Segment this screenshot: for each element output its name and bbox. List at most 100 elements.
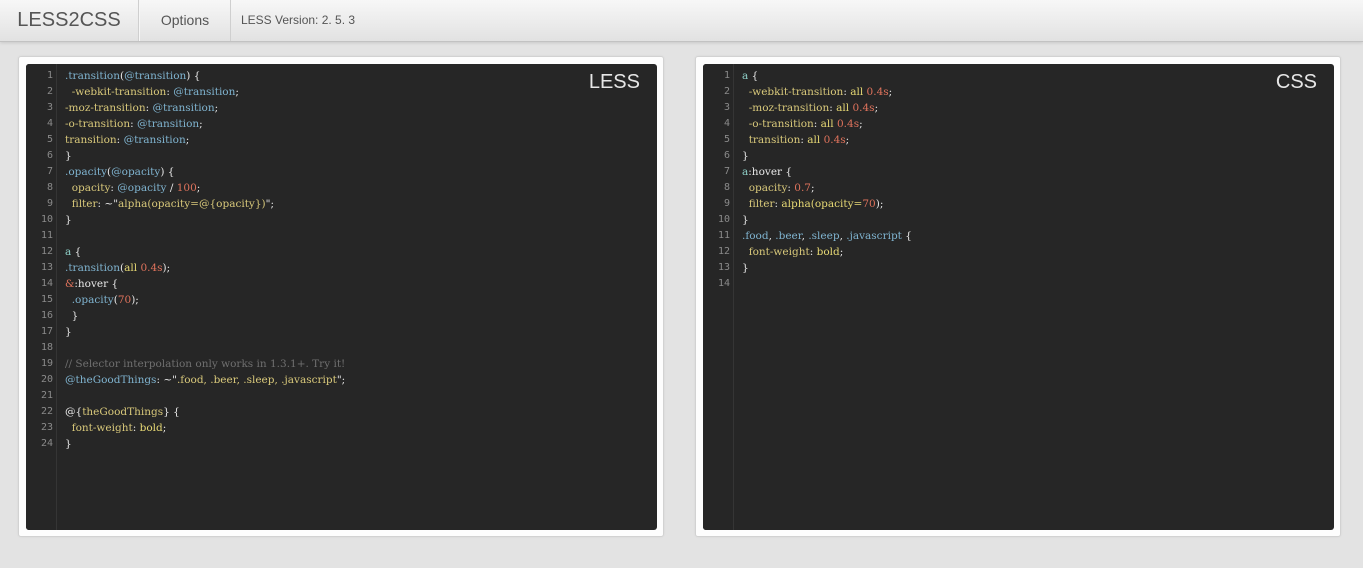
code-token: .food: [742, 230, 769, 242]
code-token: : ~": [97, 198, 119, 210]
code-line[interactable]: opacity: @opacity / 100;: [65, 180, 577, 196]
code-line[interactable]: }: [742, 260, 1254, 276]
code-line[interactable]: ​: [65, 388, 577, 404]
code-line[interactable]: ​: [65, 340, 577, 356]
line-number: 17: [40, 326, 53, 337]
code-token: alpha(opacity=@{opacity}): [118, 198, 266, 210]
code-token: all: [820, 118, 834, 130]
code-line[interactable]: -webkit-transition: all 0.4s;: [742, 84, 1254, 100]
code-token: theGoodThings: [82, 406, 164, 418]
less-code[interactable]: .transition(@transition) { -webkit-trans…: [65, 68, 577, 452]
code-token: all: [124, 262, 138, 274]
code-token: :: [130, 118, 137, 130]
code-token: 0.4s: [823, 134, 846, 146]
brand-logo[interactable]: LESS2CSS: [0, 0, 139, 41]
code-token: filter: [748, 198, 775, 210]
code-line[interactable]: @{theGoodThings} {: [65, 404, 577, 420]
line-number: 6: [46, 150, 53, 161]
line-number: 16: [40, 310, 53, 321]
line-number: 1: [46, 70, 53, 81]
code-token: 0.7: [794, 182, 811, 194]
css-badge: CSS: [1275, 71, 1317, 93]
css-editor[interactable]: 1 2 3 4 5 6 7 8 9 10 11 12 13 14 a { -webkit-transiti…: [703, 64, 1334, 530]
code-token: ;: [888, 86, 893, 98]
code-line[interactable]: }: [65, 436, 577, 452]
line-number: 7: [723, 166, 730, 177]
code-token: ;: [196, 182, 201, 194]
code-token: ;: [214, 102, 219, 114]
code-line[interactable]: .food, .beer, .sleep, .javascript {: [742, 228, 1254, 244]
code-token: .transition: [65, 262, 121, 274]
code-token: bold: [139, 422, 163, 434]
line-number: 23: [40, 422, 53, 433]
code-line[interactable]: ​: [65, 228, 577, 244]
line-number: 22: [40, 406, 53, 417]
code-token: :hover {: [748, 166, 793, 178]
code-line[interactable]: font-weight: bold;: [742, 244, 1254, 260]
code-token: alpha(opacity=: [781, 198, 863, 210]
code-line[interactable]: a {: [742, 68, 1254, 84]
code-token: all: [807, 134, 821, 146]
line-number: 8: [723, 182, 730, 193]
code-line[interactable]: a:hover {: [742, 164, 1254, 180]
code-line[interactable]: -o-transition: all 0.4s;: [742, 116, 1254, 132]
line-number: 2: [46, 86, 53, 97]
code-line[interactable]: @theGoodThings: ~".food, .beer, .sleep, …: [65, 372, 577, 388]
code-line[interactable]: -o-transition: @transition;: [65, 116, 577, 132]
code-line[interactable]: a {: [65, 244, 577, 260]
code-line[interactable]: ​: [742, 276, 1254, 292]
code-token: ;: [199, 118, 203, 130]
code-line[interactable]: }: [65, 148, 577, 164]
code-token: 100: [176, 182, 197, 194]
line-number: 3: [46, 102, 53, 113]
code-token: bold: [816, 246, 840, 258]
code-line[interactable]: transition: @transition;: [65, 132, 577, 148]
code-token: @transition: [136, 118, 200, 130]
code-token: @theGoodThings: [65, 374, 157, 386]
code-line[interactable]: filter: alpha(opacity=70);: [742, 196, 1254, 212]
line-number: 13: [717, 262, 730, 273]
code-line[interactable]: -moz-transition: all 0.4s;: [742, 100, 1254, 116]
code-line[interactable]: opacity: 0.7;: [742, 180, 1254, 196]
code-token: {: [748, 70, 759, 82]
code-line[interactable]: }: [65, 308, 577, 324]
code-token: -webkit-transition: [748, 86, 844, 98]
code-line[interactable]: }: [65, 212, 577, 228]
code-token: }: [742, 150, 749, 162]
line-number: 15: [40, 294, 53, 305]
code-token: } {: [163, 406, 180, 418]
code-token: }: [65, 438, 72, 450]
code-token: );: [875, 198, 884, 210]
code-line[interactable]: &:hover {: [65, 276, 577, 292]
code-token: -o-transition: [748, 118, 814, 130]
code-token: ) {: [160, 166, 175, 178]
line-number: 5: [46, 134, 53, 145]
code-token: font-weight: [748, 246, 810, 258]
code-line[interactable]: }: [742, 148, 1254, 164]
less-editor[interactable]: 1 2 3 4 5 6 7 8 9 10 11 12 13 14 15 16 17 18 19 20 21 22 23 24 …: [26, 64, 657, 530]
code-line[interactable]: font-weight: bold;: [65, 420, 577, 436]
code-line[interactable]: -webkit-transition: @transition;: [65, 84, 577, 100]
code-line[interactable]: }: [65, 324, 577, 340]
code-token: all: [850, 86, 864, 98]
top-navbar: LESS2CSS Options LESS Version: 2. 5. 3: [0, 0, 1363, 42]
css-code[interactable]: a { -webkit-transition: all 0.4s; -moz-t…: [742, 68, 1254, 292]
code-token: ;: [845, 134, 850, 146]
code-line[interactable]: filter: ~"alpha(opacity=@{opacity})";: [65, 196, 577, 212]
line-number-gutter: 1 2 3 4 5 6 7 8 9 10 11 12 13 14: [703, 64, 734, 530]
code-line[interactable]: }: [742, 212, 1254, 228]
options-menu[interactable]: Options: [139, 0, 231, 41]
code-token: }: [65, 214, 72, 226]
line-number: 8: [46, 182, 53, 193]
code-line[interactable]: .opacity(@opacity) {: [65, 164, 577, 180]
code-line[interactable]: .opacity(70);: [65, 292, 577, 308]
code-line[interactable]: // Selector interpolation only works in …: [65, 356, 577, 372]
code-token: .opacity: [71, 294, 114, 306]
code-line[interactable]: .transition(all 0.4s);: [65, 260, 577, 276]
code-token: ";: [336, 374, 346, 386]
code-line[interactable]: -moz-transition: @transition;: [65, 100, 577, 116]
less-panel: 1 2 3 4 5 6 7 8 9 10 11 12 13 14 15 16 17 18 19 20 21 22 23 24 …: [18, 56, 664, 537]
code-line[interactable]: .transition(@transition) {: [65, 68, 577, 84]
code-token: opacity: [748, 182, 788, 194]
code-line[interactable]: transition: all 0.4s;: [742, 132, 1254, 148]
